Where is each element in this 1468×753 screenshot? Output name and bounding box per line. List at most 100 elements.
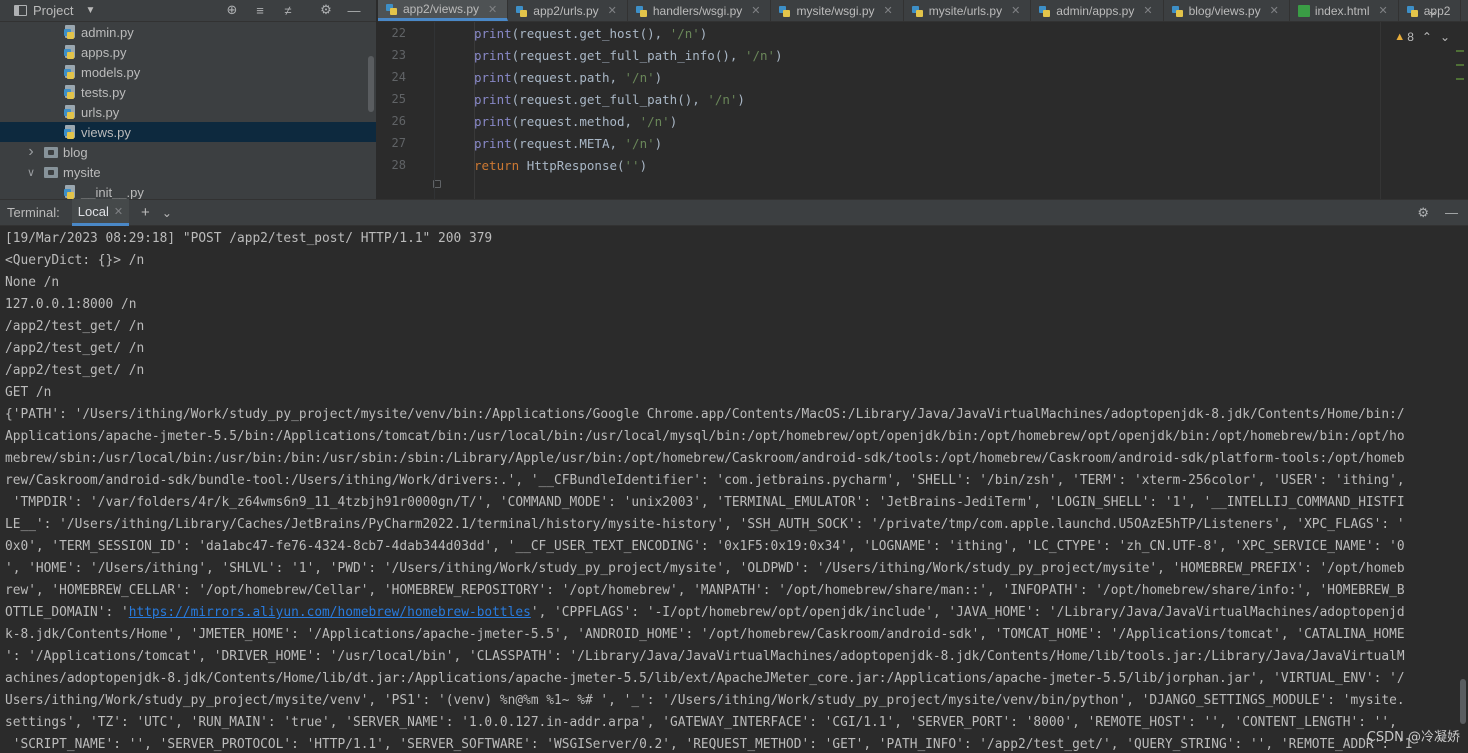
editor-tab[interactable]: handlers/wsgi.py ✕	[628, 0, 772, 21]
close-icon[interactable]: ✕	[884, 4, 893, 17]
chevron-right-icon[interactable]: ›	[24, 143, 38, 161]
stripe-mark[interactable]	[1456, 50, 1464, 52]
tree-file[interactable]: urls.py	[0, 102, 376, 122]
line-number: 25	[391, 92, 406, 106]
line-number: 27	[391, 136, 406, 150]
close-icon[interactable]: ✕	[488, 3, 497, 16]
close-icon[interactable]: ✕	[1011, 4, 1020, 17]
terminal-toolbar: ⚙ —	[1417, 205, 1458, 221]
code-token: '/n'	[744, 47, 776, 63]
chevron-down-icon[interactable]: ⌄	[162, 206, 172, 220]
terminal-output[interactable]: [19/Mar/2023 08:29:18] "POST /app2/test_…	[0, 226, 1468, 753]
python-file-icon	[64, 125, 77, 139]
code-token: return	[474, 157, 527, 173]
terminal-text: ', 'CPPFLAGS': '-I/opt/homebrew/opt/open…	[530, 605, 1405, 620]
gear-icon[interactable]: ⚙	[318, 2, 334, 18]
tree-item-label: mysite	[63, 164, 101, 180]
tree-folder[interactable]: ∨ mysite	[0, 162, 376, 182]
tab-label: mysite/wsgi.py	[796, 3, 875, 18]
code-token: (request.META,	[511, 135, 625, 151]
terminal-line: /app2/test_get/ /n	[5, 363, 145, 378]
code-token: print	[474, 25, 512, 41]
tree-item-label: apps.py	[81, 44, 127, 60]
tree-folder[interactable]: › blog	[0, 142, 376, 162]
code-line: 24 print(request.path, '/n')	[378, 66, 1468, 88]
code-text: return HttpResponse('')	[474, 158, 647, 173]
terminal-line: 'SCRIPT_NAME': '', 'SERVER_PROTOCOL': 'H…	[5, 737, 1413, 752]
terminal-line: 127.0.0.1:8000 /n	[5, 297, 137, 312]
code-area[interactable]: 22 print(request.get_host(), '/n') 23 print…	[378, 22, 1468, 199]
code-token: )	[775, 47, 783, 63]
close-icon[interactable]: ✕	[608, 4, 617, 17]
terminal-title: Terminal:	[7, 205, 60, 220]
close-icon[interactable]: ✕	[1379, 4, 1388, 17]
tree-item-label: admin.py	[81, 24, 134, 40]
code-token: )	[654, 69, 663, 85]
code-token: )	[737, 91, 745, 107]
tab-label: handlers/wsgi.py	[652, 3, 743, 18]
terminal-link[interactable]: https://mirrors.aliyun.com/homebrew/home…	[129, 605, 531, 620]
collapse-all-icon[interactable]: ≠	[280, 2, 296, 18]
html-file-icon	[1297, 4, 1310, 17]
tree-file[interactable]: apps.py	[0, 42, 376, 62]
stripe-mark[interactable]	[1456, 64, 1464, 66]
editor-tab[interactable]: mysite/wsgi.py ✕	[771, 0, 904, 21]
code-token: print	[474, 135, 512, 151]
tabs-dropdown-icon[interactable]: ⌄	[1427, 3, 1438, 19]
python-file-icon	[779, 5, 791, 17]
terminal-line: Applications/apache-jmeter-5.5/bin:/Appl…	[5, 429, 1405, 444]
editor-tab[interactable]: index.html ✕	[1290, 0, 1399, 21]
code-text: print(request.path, '/n')	[474, 70, 662, 85]
code-text: print(request.META, '/n')	[474, 136, 662, 151]
editor-tab[interactable]: app2/views.py ✕	[378, 0, 509, 21]
close-icon[interactable]: ✕	[114, 205, 123, 218]
editor-tabs: app2/views.py ✕ app2/urls.py ✕ handlers/wsgi…	[378, 0, 1468, 22]
terminal-line: rew/Caskroom/android-sdk/bundle-tool:/Us…	[5, 473, 1405, 488]
chevron-down-icon[interactable]: ∨	[24, 166, 38, 179]
gear-icon[interactable]: ⚙	[1417, 205, 1429, 221]
warning-count: 8	[1407, 30, 1414, 44]
project-title: Project	[33, 3, 74, 18]
line-number: 26	[391, 114, 406, 128]
locate-icon[interactable]: ⊕	[224, 2, 240, 18]
project-view-selector[interactable]: Project ▼	[14, 3, 95, 18]
editor-tab[interactable]: mysite/urls.py ✕	[904, 0, 1032, 21]
editor-tab[interactable]: admin/apps.py ✕	[1031, 0, 1164, 21]
terminal-window: Terminal: Local ✕ + ⌄ ⚙ — [19/Mar/2023 0…	[0, 199, 1468, 753]
editor: app2/views.py ✕ app2/urls.py ✕ handlers/wsgi…	[378, 0, 1468, 199]
tree-file[interactable]: tests.py	[0, 82, 376, 102]
close-icon[interactable]: ✕	[1270, 4, 1279, 17]
code-token: (request.path,	[511, 69, 625, 85]
hide-icon[interactable]: —	[346, 2, 362, 18]
terminal-line: /app2/test_get/ /n	[5, 319, 145, 334]
project-scrollbar[interactable]	[368, 56, 374, 112]
terminal-tab-local[interactable]: Local ✕	[71, 199, 130, 226]
project-header: Project ▼ ⊕ ≡ ≠ ⚙ —	[0, 0, 376, 22]
code-token: )	[669, 113, 678, 129]
expand-all-icon[interactable]: ≡	[252, 2, 268, 18]
tree-file[interactable]: models.py	[0, 62, 376, 82]
tab-label: blog/views.py	[1188, 3, 1261, 18]
close-icon[interactable]: ✕	[751, 4, 760, 17]
python-file-icon	[1171, 5, 1184, 17]
stripe-mark[interactable]	[1456, 78, 1464, 80]
tree-file[interactable]: views.py	[0, 122, 376, 142]
python-file-icon	[64, 25, 77, 39]
python-file-icon	[911, 5, 924, 17]
tab-label: admin/apps.py	[1056, 3, 1135, 18]
terminal-line: achines/adoptopenjdk-8.jdk/Contents/Home…	[5, 671, 1405, 686]
top-area: Project ▼ ⊕ ≡ ≠ ⚙ — admin.py apps.py model…	[0, 0, 1468, 200]
terminal-scrollbar[interactable]	[1460, 679, 1466, 724]
next-highlight-icon[interactable]: ⌄	[1440, 30, 1450, 44]
hide-icon[interactable]: —	[1445, 205, 1458, 221]
code-token: print	[474, 47, 512, 63]
editor-tab[interactable]: app2/urls.py ✕	[508, 0, 628, 21]
folder-icon	[44, 146, 58, 158]
tree-file[interactable]: admin.py	[0, 22, 376, 42]
inspection-widget[interactable]: ▲ 8 ⌃ ⌄	[1394, 30, 1450, 44]
previous-highlight-icon[interactable]: ⌃	[1422, 30, 1432, 44]
close-icon[interactable]: ✕	[1143, 4, 1152, 17]
new-tab-icon[interactable]: +	[141, 204, 150, 221]
editor-tab[interactable]: blog/views.py ✕	[1164, 0, 1290, 21]
code-text: print(request.get_full_path(), '/n')	[474, 92, 745, 107]
